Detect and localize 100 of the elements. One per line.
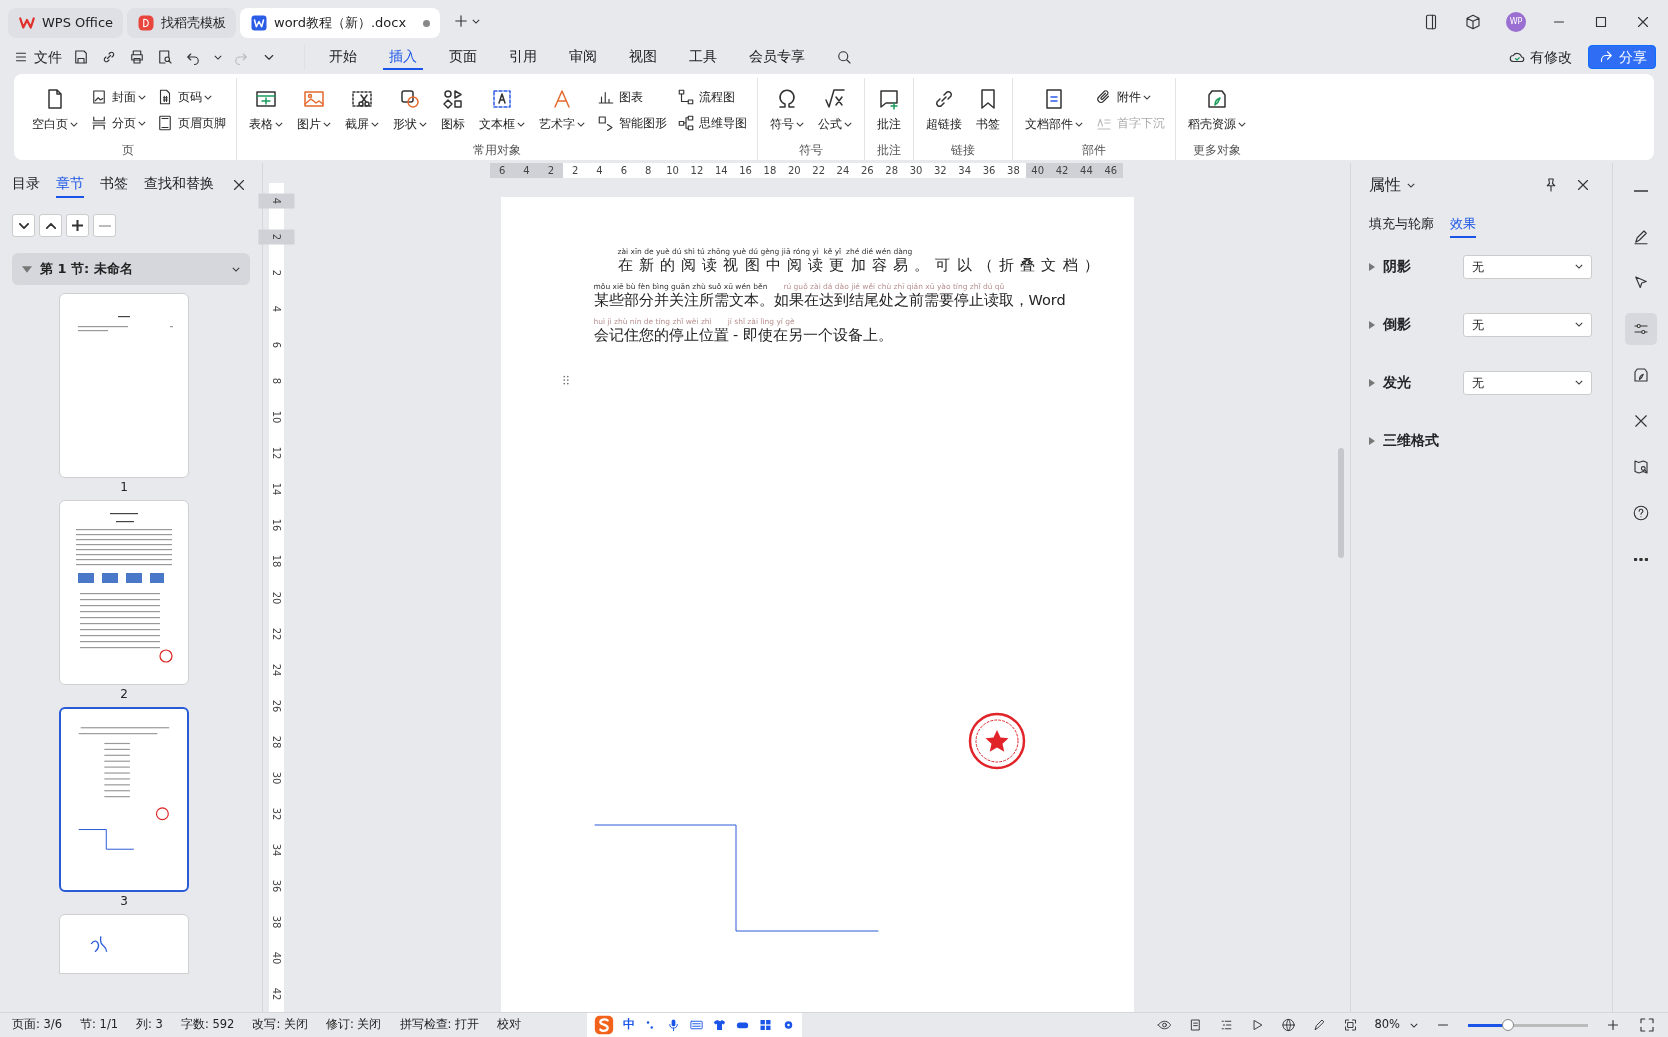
ruler-number: 12 bbox=[689, 164, 705, 178]
properties-tab[interactable]: 效果 bbox=[1450, 213, 1476, 238]
modified-dot bbox=[423, 19, 431, 27]
ruler-number: 32 bbox=[933, 164, 948, 178]
ruler-number: 6 bbox=[619, 164, 629, 178]
ribbon-button[interactable]: 截屏 bbox=[341, 83, 383, 137]
search-icon[interactable] bbox=[835, 48, 853, 66]
ruler-number: 6 bbox=[270, 341, 283, 351]
ribbon-button[interactable]: 文本框 bbox=[475, 83, 529, 137]
status-item: 节: 1/1 bbox=[80, 1016, 119, 1034]
zoom-level-menu[interactable]: 80% bbox=[1374, 1016, 1418, 1034]
ribbon-tab[interactable]: 工具 bbox=[683, 43, 723, 71]
effect-section-toggle[interactable]: 阴影 bbox=[1369, 256, 1411, 278]
ribbon-tab[interactable]: 引用 bbox=[503, 43, 543, 71]
effect-section-toggle[interactable]: 倒影 bbox=[1369, 314, 1411, 336]
page-thumbnail[interactable] bbox=[59, 707, 189, 892]
document-tab[interactable]: word教程（新）.docx bbox=[240, 8, 441, 38]
ribbon-button[interactable]: 形状 bbox=[389, 83, 431, 137]
effect-section-toggle[interactable]: 发光 bbox=[1369, 372, 1411, 394]
effect-dropdown[interactable]: 无 bbox=[1463, 254, 1592, 279]
ribbon-button[interactable]: 艺术字 bbox=[535, 83, 589, 137]
shape-icon bbox=[398, 87, 422, 111]
ribbon-tab[interactable]: 审阅 bbox=[563, 43, 603, 71]
ime-mode[interactable]: 中 bbox=[623, 1016, 636, 1034]
caret-icon bbox=[70, 121, 78, 127]
scrollbar-thumb[interactable] bbox=[1338, 448, 1344, 558]
share-button[interactable]: 分享 bbox=[1588, 45, 1656, 69]
globe-icon[interactable] bbox=[1281, 1016, 1297, 1034]
ribbon-button[interactable]: 页码 bbox=[154, 86, 228, 108]
header-footer-icon bbox=[156, 114, 174, 132]
ribbon-button[interactable]: 稻壳资源 bbox=[1184, 83, 1250, 137]
ribbon-button[interactable]: 符号 bbox=[766, 83, 808, 137]
fit-window-icon[interactable] bbox=[1343, 1016, 1359, 1034]
ribbon-button[interactable]: 批注 bbox=[873, 83, 905, 137]
ribbon-button[interactable]: 超链接 bbox=[922, 83, 966, 137]
ruler-number: 20 bbox=[786, 164, 802, 178]
section-button[interactable] bbox=[39, 214, 62, 237]
save-icon[interactable] bbox=[72, 48, 90, 66]
help-icon bbox=[1631, 504, 1650, 522]
panel-title-menu[interactable]: 属性 bbox=[1369, 173, 1415, 197]
ribbon-button[interactable]: 页眉页脚 bbox=[154, 112, 228, 134]
collapsed-triangle-icon bbox=[1369, 262, 1375, 271]
status-item: 拼写检查: 打开 bbox=[399, 1016, 480, 1034]
ribbon-tab[interactable]: 会员专享 bbox=[743, 43, 811, 71]
ribbon-button[interactable]: 表格 bbox=[245, 83, 287, 137]
ribbon-tab[interactable]: 页面 bbox=[443, 43, 483, 71]
ribbon-button[interactable]: 图标 bbox=[437, 83, 469, 137]
ribbon-button[interactable]: 分页 bbox=[88, 112, 148, 134]
properties-tab[interactable]: 填充与轮廓 bbox=[1369, 213, 1434, 238]
comment-add-icon bbox=[877, 87, 901, 111]
ribbon-button[interactable]: 流程图 bbox=[675, 86, 749, 108]
ribbon-tab[interactable]: 视图 bbox=[623, 43, 663, 71]
new-tab-button[interactable] bbox=[452, 12, 481, 30]
zoom-slider-thumb[interactable] bbox=[1501, 1018, 1514, 1031]
panel-tab[interactable]: 书签 bbox=[100, 171, 128, 198]
ribbon-button[interactable]: 书签 bbox=[972, 83, 1004, 137]
ribbon-button[interactable]: 智能图形 bbox=[595, 112, 669, 134]
group-label: 页 bbox=[121, 142, 135, 159]
ribbon-button[interactable]: 附件 bbox=[1093, 86, 1167, 108]
status-item: 页面: 3/6 bbox=[12, 1016, 63, 1034]
ruler-number: 2 bbox=[571, 164, 580, 178]
caret-icon bbox=[1143, 94, 1151, 100]
document-tab[interactable]: WPS Office bbox=[8, 8, 124, 38]
ribbon-tab[interactable]: 开始 bbox=[323, 43, 363, 71]
ruler-number: 2 bbox=[258, 229, 295, 245]
panel-tab[interactable]: 查找和替换 bbox=[144, 171, 214, 198]
ribbon-button[interactable]: 图表 bbox=[595, 86, 669, 108]
section-button[interactable] bbox=[66, 214, 89, 237]
ribbon-button[interactable]: 封面 bbox=[88, 86, 148, 108]
document-tab[interactable]: 找稻壳模板 bbox=[127, 8, 237, 38]
ribbon-button[interactable]: 图片 bbox=[293, 83, 335, 137]
dropdown-value: 无 bbox=[1472, 316, 1484, 334]
section-header[interactable]: 第 1 节: 未命名 bbox=[12, 253, 250, 285]
book-search-icon bbox=[1631, 458, 1650, 476]
collapsed-triangle-icon bbox=[1369, 436, 1375, 445]
effect-section-toggle[interactable]: 三维格式 bbox=[1369, 430, 1439, 452]
status-item[interactable]: 校对 bbox=[497, 1016, 522, 1034]
effect-dropdown[interactable]: 无 bbox=[1463, 370, 1592, 395]
caret-icon bbox=[204, 94, 212, 100]
dropdown-value: 无 bbox=[1472, 374, 1484, 392]
group-label: 符号 bbox=[798, 142, 824, 159]
file-menu[interactable]: 文件 bbox=[12, 46, 62, 68]
panel-tab[interactable]: 目录 bbox=[12, 171, 40, 198]
save-status-button[interactable]: 有修改 bbox=[1508, 46, 1572, 68]
print-preview-icon[interactable] bbox=[156, 48, 174, 66]
ribbon-button[interactable]: 空白页 bbox=[28, 83, 82, 137]
fullscreen-icon[interactable] bbox=[1638, 1016, 1656, 1034]
cube-icon[interactable] bbox=[1464, 13, 1482, 31]
ruler-number: 20 bbox=[270, 590, 283, 606]
panel-tab[interactable]: 章节 bbox=[56, 171, 84, 198]
ribbon-button[interactable]: 公式 bbox=[814, 83, 856, 137]
section-button[interactable] bbox=[12, 214, 35, 237]
ribbon-tab[interactable]: 插入 bbox=[383, 43, 423, 71]
ime-logo-icon[interactable] bbox=[593, 1014, 616, 1036]
ribbon-button[interactable]: 文档部件 bbox=[1021, 83, 1087, 137]
caret-icon bbox=[472, 18, 481, 24]
user-avatar[interactable]: WP bbox=[1506, 12, 1526, 32]
print-icon[interactable] bbox=[128, 48, 146, 66]
ribbon-button[interactable]: 思维导图 bbox=[675, 112, 749, 134]
effect-dropdown[interactable]: 无 bbox=[1463, 312, 1592, 337]
